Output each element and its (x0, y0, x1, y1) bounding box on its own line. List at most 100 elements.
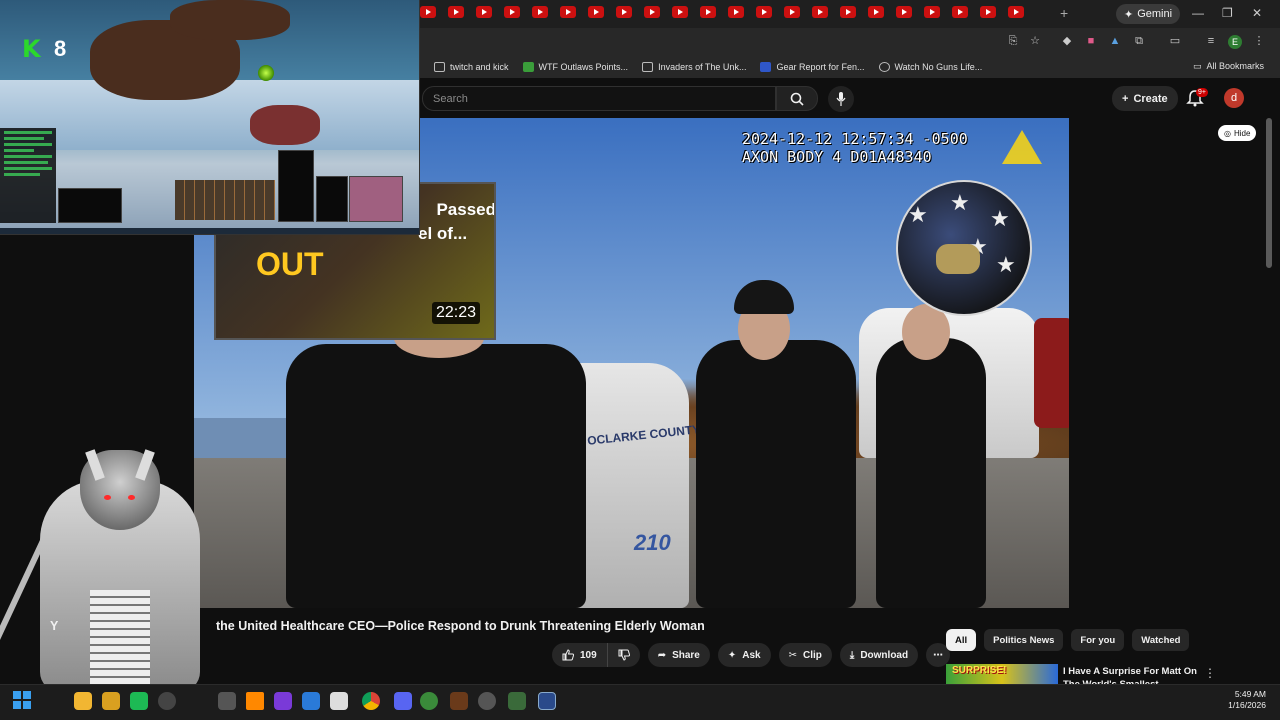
download-icon: ⤓ (849, 649, 855, 661)
restore-icon[interactable]: ❐ (1222, 6, 1233, 20)
chip-politics-news[interactable]: Politics News (984, 629, 1064, 651)
youtube-tab-icon[interactable] (924, 6, 940, 18)
chip-all[interactable]: All (946, 629, 977, 651)
youtube-tab-icon[interactable] (1008, 6, 1024, 18)
app-icon[interactable] (274, 692, 292, 710)
hide-button[interactable]: ◎ Hide (1218, 125, 1257, 141)
youtube-tab-icon[interactable] (980, 6, 996, 18)
game-minimap (58, 188, 122, 223)
gemini-button[interactable]: ✦ Gemini (1116, 4, 1181, 24)
youtube-tab-icon[interactable] (560, 6, 576, 18)
menu-icon[interactable]: ⋮ (1252, 34, 1266, 48)
clip-label: Clip (803, 649, 822, 661)
more-vertical-icon[interactable]: ⋮ (1204, 666, 1216, 680)
suggested-thumbnail-text: OUT (256, 246, 324, 282)
cast-icon[interactable]: ⎘ (1006, 34, 1020, 48)
youtube-tab-icon[interactable] (644, 6, 660, 18)
bookmark-star-icon[interactable]: ☆ (1028, 34, 1042, 48)
notepad-icon[interactable] (330, 692, 348, 710)
like-button[interactable]: 109 (552, 643, 608, 667)
youtube-tab-icon[interactable] (532, 6, 548, 18)
youtube-tab-icon[interactable] (476, 6, 492, 18)
youtube-tab-icon[interactable] (784, 6, 800, 18)
youtube-tab-icon[interactable] (504, 6, 520, 18)
account-avatar[interactable]: d (1224, 88, 1244, 108)
video-actions: 109 ➦ Share ✦ Ask ✂ Clip ⤓ Download ⋯ (552, 643, 951, 667)
youtube-tab-icon[interactable] (840, 6, 856, 18)
windows-start-icon[interactable] (13, 691, 31, 709)
app-icon[interactable] (508, 692, 526, 710)
app-icon[interactable] (538, 692, 556, 710)
youtube-tab-icon[interactable] (868, 6, 884, 18)
youtube-tab-icon[interactable] (812, 6, 828, 18)
youtube-tab-icon[interactable] (756, 6, 772, 18)
vlc-icon[interactable] (246, 692, 264, 710)
youtube-tab-icon[interactable] (952, 6, 968, 18)
app-icon[interactable] (450, 692, 468, 710)
tab-search-icon[interactable]: ▭ (1168, 34, 1182, 48)
minimize-icon[interactable]: — (1192, 6, 1204, 20)
extension-icon[interactable]: ■ (1084, 34, 1098, 48)
youtube-tab-icon[interactable] (448, 6, 464, 18)
bookmark-label: twitch and kick (450, 62, 509, 72)
puzzle-icon[interactable]: ⧉ (1132, 34, 1146, 48)
youtube-tab-icon[interactable] (896, 6, 912, 18)
folder-icon: ▭ (1192, 61, 1202, 71)
create-button[interactable]: + Create (1112, 86, 1178, 111)
new-tab-button[interactable]: + (1060, 5, 1068, 21)
discord-icon[interactable] (394, 692, 412, 710)
bookmark-label: Invaders of The Unk... (658, 62, 747, 72)
gemini-label: Gemini (1137, 8, 1173, 20)
game-keybind-number: 8 (54, 36, 67, 61)
search-input[interactable]: Search (422, 86, 776, 111)
app-icon[interactable] (302, 692, 320, 710)
recommended-video-thumbnail[interactable]: SURPRISE! (946, 664, 1058, 684)
extension-icon[interactable]: ◆ (1060, 34, 1074, 48)
page-scrollbar[interactable] (1266, 118, 1272, 268)
all-bookmarks-button[interactable]: ▭ All Bookmarks (1193, 61, 1264, 72)
bodycam-line: AXON BODY 4 D01A48340 (742, 148, 932, 166)
youtube-tab-icon[interactable] (420, 6, 436, 18)
youtube-tab-icon[interactable] (700, 6, 716, 18)
clip-button[interactable]: ✂ Clip (778, 643, 832, 667)
tab-list (420, 6, 1024, 22)
settings-icon[interactable] (158, 692, 176, 710)
star-icon: ★ (990, 206, 1010, 231)
app-icon[interactable] (218, 692, 236, 710)
sheets-icon (522, 62, 534, 72)
chip-for-you[interactable]: For you (1071, 629, 1125, 651)
eye-off-icon: ◎ (1224, 128, 1231, 138)
extension-icon[interactable]: ▲ (1108, 34, 1122, 48)
chip-watched[interactable]: Watched (1132, 629, 1190, 651)
share-button[interactable]: ➦ Share (647, 643, 710, 667)
bookmark-no-guns-life[interactable]: Watch No Guns Life... (878, 62, 982, 72)
system-clock[interactable]: 5:49 AM 1/16/2026 (1228, 689, 1266, 711)
youtube-tab-icon[interactable] (728, 6, 744, 18)
app-icon[interactable] (130, 692, 148, 710)
clock-time: 5:49 AM (1234, 689, 1266, 699)
youtube-tab-icon[interactable] (588, 6, 604, 18)
ask-button[interactable]: ✦ Ask (717, 643, 771, 667)
voice-search-button[interactable] (828, 86, 854, 112)
settings-icon[interactable] (478, 692, 496, 710)
youtube-tab-icon[interactable] (616, 6, 632, 18)
channel-watermark[interactable]: ★ ★ ★ ★ ★ (896, 180, 1032, 316)
bookmark-gear-report[interactable]: Gear Report for Fen... (760, 62, 865, 72)
bookmark-invaders[interactable]: Invaders of The Unk... (642, 62, 746, 72)
search-button[interactable] (776, 86, 818, 111)
folder-icon[interactable] (102, 692, 120, 710)
youtube-tab-icon[interactable] (672, 6, 688, 18)
recommended-video-title[interactable]: I Have A Surprise For Matt On The World'… (1063, 665, 1203, 685)
chrome-icon[interactable] (362, 692, 380, 710)
close-icon[interactable]: ✕ (1252, 6, 1262, 20)
microphone-icon (836, 92, 846, 106)
app-icon[interactable] (420, 692, 438, 710)
bookmark-twitch-and-kick[interactable]: twitch and kick (434, 62, 509, 72)
download-button[interactable]: ⤓ Download (839, 643, 919, 667)
horn-icon (85, 449, 105, 481)
reading-list-icon[interactable]: ≡ (1204, 34, 1218, 48)
file-explorer-icon[interactable] (74, 692, 92, 710)
browser-profile-avatar[interactable]: E (1228, 35, 1242, 49)
dislike-button[interactable] (607, 643, 640, 667)
bookmark-wtf-outlaws[interactable]: WTF Outlaws Points... (522, 62, 628, 72)
